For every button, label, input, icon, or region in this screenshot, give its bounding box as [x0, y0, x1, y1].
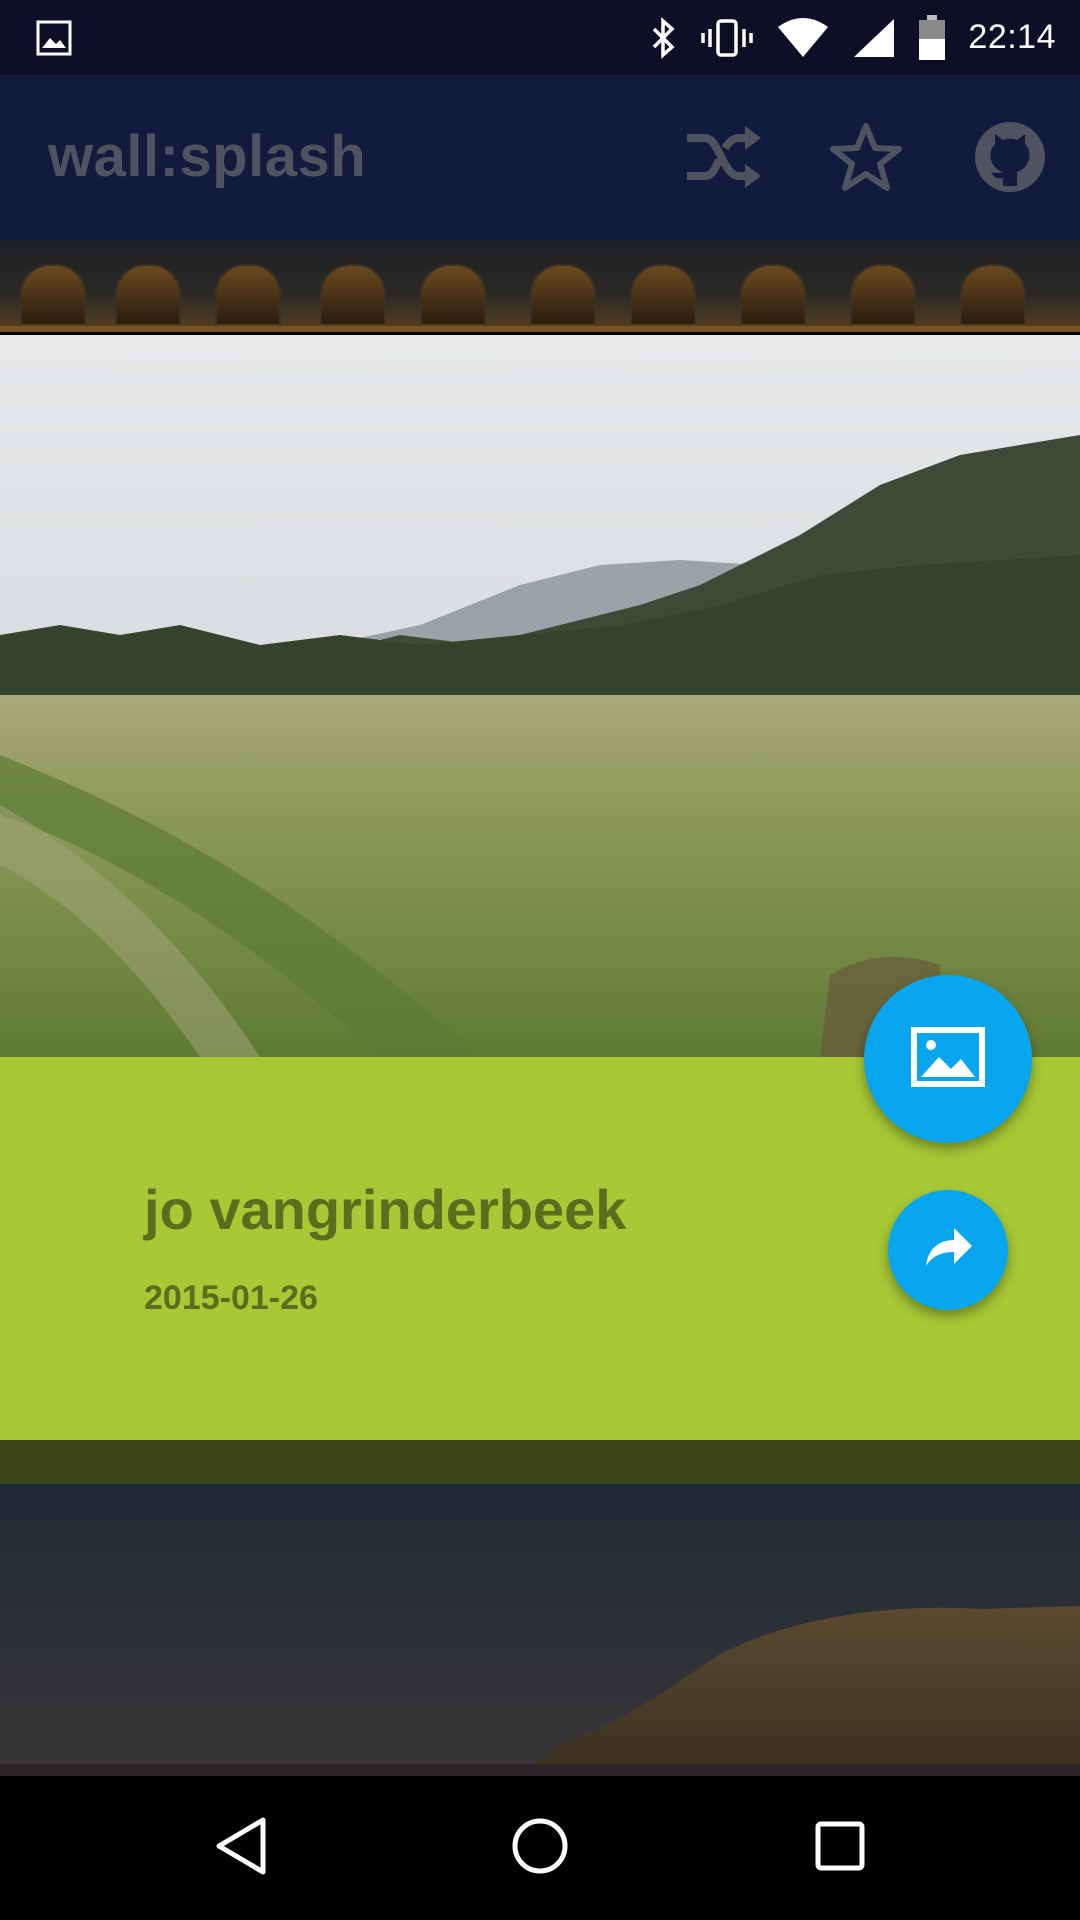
set-wallpaper-button[interactable] [864, 975, 1032, 1143]
share-button[interactable] [888, 1190, 1008, 1310]
meadow-landscape [0, 335, 1080, 1057]
arch-shape [215, 264, 281, 324]
app-bar: wall:splash [0, 75, 1080, 240]
arch-shape [960, 264, 1026, 324]
bluetooth-icon [648, 16, 678, 59]
photo-date: 2015-01-26 [144, 1279, 318, 1317]
arch-shape [740, 264, 806, 324]
card-divider [0, 1440, 1080, 1484]
app-title: wall:splash [48, 124, 367, 189]
ledge-line [0, 326, 1080, 332]
share-icon [922, 1226, 974, 1275]
arch-shape [530, 264, 596, 324]
arch-shape [630, 264, 696, 324]
author-name: jo vangrinderbeek [144, 1178, 627, 1241]
previous-photo-strip[interactable] [0, 240, 1080, 332]
star-outline-icon [829, 122, 903, 197]
shuffle-button[interactable] [682, 119, 762, 199]
home-icon [510, 1816, 570, 1881]
wallpaper-photo[interactable] [0, 335, 1080, 1057]
wifi-icon [776, 17, 830, 59]
recents-button[interactable] [804, 1812, 876, 1884]
next-photo-strip[interactable] [0, 1484, 1080, 1776]
image-icon [911, 1026, 985, 1092]
github-button[interactable] [970, 119, 1050, 199]
vibrate-icon [700, 17, 754, 59]
app-actions [682, 119, 1050, 199]
status-bar: 22:14 [0, 0, 1080, 75]
recents-icon [814, 1820, 866, 1877]
arch-shape [320, 264, 386, 324]
coast-landscape [0, 1484, 1080, 1776]
home-button[interactable] [504, 1812, 576, 1884]
shuffle-icon [683, 124, 761, 195]
arch-shape [115, 264, 181, 324]
status-time: 22:14 [968, 18, 1056, 56]
back-icon [213, 1816, 269, 1881]
github-icon [973, 120, 1047, 199]
arch-shape [20, 264, 86, 324]
image-icon [36, 20, 72, 56]
arch-shape [420, 264, 486, 324]
navigation-bar [0, 1776, 1080, 1920]
battery-icon [918, 14, 946, 61]
cell-signal-icon [852, 17, 896, 59]
arch-shape [850, 264, 916, 324]
favorites-button[interactable] [826, 119, 906, 199]
back-button[interactable] [205, 1812, 277, 1884]
